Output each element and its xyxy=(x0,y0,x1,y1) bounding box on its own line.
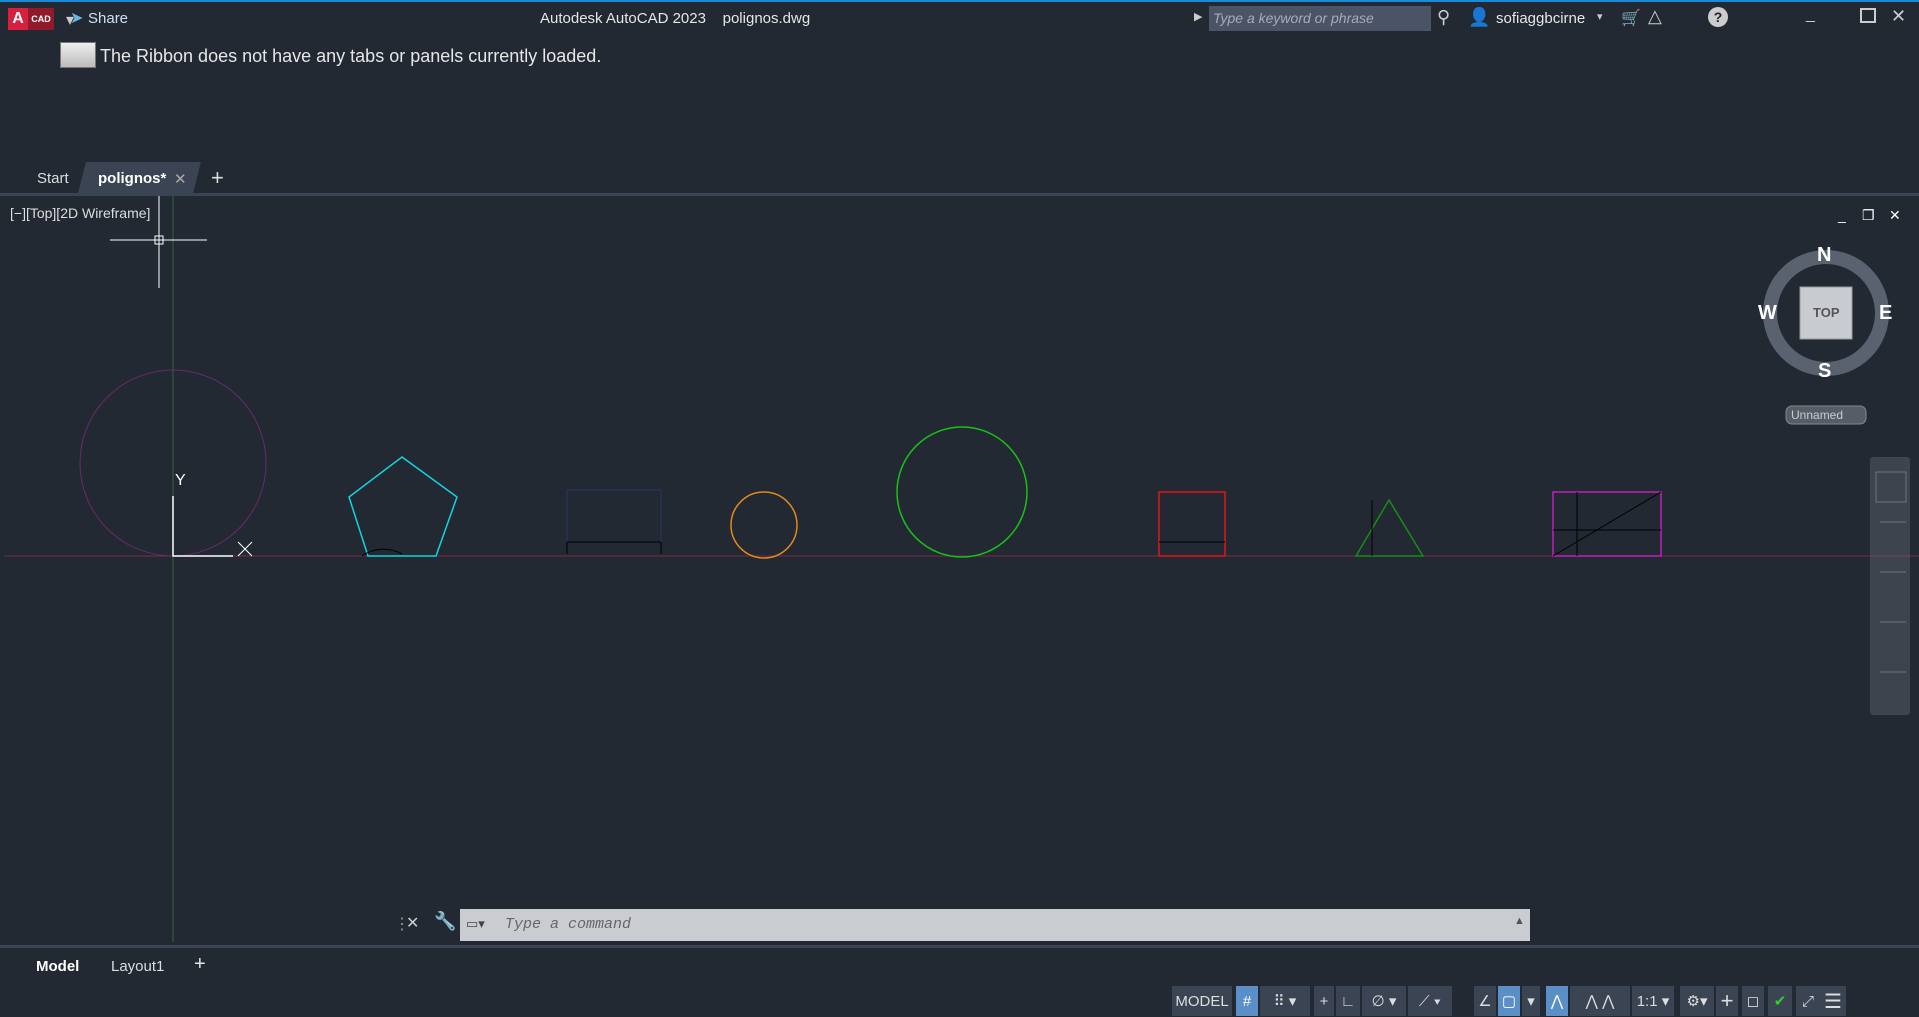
title-bar: A CAD ▾ ➤ Share Autodesk AutoCAD 2023 pol… xyxy=(0,2,1919,36)
viewport-controls[interactable]: [−][Top][2D Wireframe] xyxy=(10,205,150,221)
viewcube-west[interactable]: W xyxy=(1758,302,1777,325)
rect-dimension xyxy=(566,541,662,554)
grid-toggle[interactable]: # xyxy=(1236,986,1258,1016)
tab-layout1[interactable]: Layout1 xyxy=(111,958,164,975)
object-snap-toggle[interactable]: ▢ xyxy=(1498,986,1520,1016)
rectangle-construction-lines xyxy=(1552,491,1662,557)
close-icon[interactable]: ✕ xyxy=(1891,6,1906,27)
ucs-icon xyxy=(172,496,233,557)
expand-search-icon[interactable]: ▶ xyxy=(1194,10,1202,23)
orange-circle xyxy=(730,491,798,559)
customization-menu-icon[interactable]: ☰ xyxy=(1820,986,1846,1016)
snap-toggle[interactable]: ⠿ ▾ xyxy=(1260,986,1310,1016)
polar-toggle[interactable]: ∅ ▾ xyxy=(1362,986,1406,1016)
logo-cad: CAD xyxy=(28,8,54,30)
workspace-gear-icon[interactable]: ⚙▾ xyxy=(1680,986,1714,1016)
viewport-close-icon[interactable]: ✕ xyxy=(1889,207,1901,224)
new-tab-button[interactable]: + xyxy=(211,165,224,191)
green-circle xyxy=(896,426,1028,558)
command-input[interactable]: Type a command xyxy=(460,909,1530,941)
layout-tabs: Model Layout1 + xyxy=(0,945,1919,981)
tab-start[interactable]: Start xyxy=(37,170,69,187)
user-icon: 👤 xyxy=(1468,7,1491,27)
cyan-pentagon xyxy=(348,456,458,557)
file-name: polignos.dwg xyxy=(722,10,811,27)
command-expand-icon[interactable]: ▲ xyxy=(1514,915,1525,927)
help-icon[interactable]: ? xyxy=(1708,7,1728,27)
hardware-acceleration-icon[interactable]: ✔ xyxy=(1768,986,1792,1016)
annotation-visibility-toggle[interactable]: ⋀ xyxy=(1546,986,1568,1016)
viewport-minimize-icon[interactable]: _ xyxy=(1838,207,1846,223)
command-history-icon[interactable]: ▭▾ xyxy=(466,916,485,932)
ucs-y-label: Y xyxy=(175,472,186,489)
app-logo[interactable]: A CAD xyxy=(8,8,56,30)
app-name: Autodesk AutoCAD 2023 xyxy=(540,10,706,27)
annotation-autoscale-toggle[interactable]: ⋀ ⋀ xyxy=(1570,986,1630,1016)
isodraft-toggle[interactable]: ∠ xyxy=(1474,986,1496,1016)
close-tab-icon[interactable]: ✕ xyxy=(174,170,187,188)
minimize-icon[interactable]: _ xyxy=(1806,6,1815,24)
app-title: Autodesk AutoCAD 2023 polignos.dwg xyxy=(540,10,810,27)
status-bar: MODEL # ⠿ ▾ + ∟ ∅ ▾ ⟋ ▾ ∠ ▢ ▾ ⋀ ⋀ ⋀ 1:1 … xyxy=(0,984,1919,1017)
dynamic-input-toggle[interactable]: + xyxy=(1314,986,1334,1016)
model-space-button[interactable]: MODEL xyxy=(1172,986,1232,1016)
isolate-objects-icon[interactable]: ◻ xyxy=(1742,986,1764,1016)
maximize-icon[interactable] xyxy=(1860,8,1876,23)
ucs-x-marker xyxy=(237,541,253,557)
search-input[interactable]: Type a keyword or phrase xyxy=(1209,6,1431,31)
new-layout-button[interactable]: + xyxy=(194,953,206,976)
green-triangle xyxy=(1354,498,1425,557)
viewport-restore-icon[interactable]: ❐ xyxy=(1862,207,1875,224)
blue-rectangle xyxy=(566,489,662,543)
cart-icon[interactable]: 🛒 xyxy=(1621,8,1641,28)
drawing-canvas[interactable] xyxy=(4,196,1919,942)
clean-screen-icon[interactable]: ⤢ xyxy=(1796,986,1820,1016)
document-tabs: Start polignos* ✕ + xyxy=(0,162,1919,193)
user-dropdown-icon[interactable]: ▾ xyxy=(1597,10,1603,23)
viewcube-east[interactable]: E xyxy=(1879,302,1892,325)
tab-polignos[interactable]: polignos* xyxy=(98,170,166,187)
viewcube-north[interactable]: N xyxy=(1817,244,1831,267)
user-name[interactable]: sofiaggbcirne xyxy=(1496,10,1585,27)
ribbon-message: The Ribbon does not have any tabs or pan… xyxy=(100,46,602,66)
navigation-bar[interactable] xyxy=(1870,457,1910,715)
ribbon-icon xyxy=(60,42,96,68)
annotation-scale-value: 1:1 xyxy=(1636,992,1658,1010)
search-icon[interactable]: ⚲ xyxy=(1437,7,1450,28)
annotation-scale-button[interactable]: 1:1 ▾ xyxy=(1632,986,1674,1016)
customize-wrench-icon[interactable]: 🔧 xyxy=(434,911,456,932)
ucs-name[interactable]: Unnamed xyxy=(1791,408,1843,422)
logo-a: A xyxy=(8,8,28,30)
object-snap-tracking-toggle[interactable]: ⟋ ▾ xyxy=(1408,986,1452,1016)
annotation-monitor-icon[interactable]: + xyxy=(1716,986,1738,1016)
ortho-toggle[interactable]: ∟ xyxy=(1336,986,1360,1016)
autodesk-app-icon[interactable]: △ xyxy=(1648,6,1662,27)
object-snap-dropdown[interactable]: ▾ xyxy=(1522,986,1540,1016)
share-icon[interactable]: ➤ xyxy=(70,8,83,28)
share-button[interactable]: Share xyxy=(88,10,128,27)
viewcube-south[interactable]: S xyxy=(1818,360,1831,383)
tab-model[interactable]: Model xyxy=(36,958,79,975)
command-close-icon[interactable]: ✕ xyxy=(406,913,419,933)
viewcube-face-label[interactable]: TOP xyxy=(1813,305,1840,320)
red-square xyxy=(1158,491,1226,557)
